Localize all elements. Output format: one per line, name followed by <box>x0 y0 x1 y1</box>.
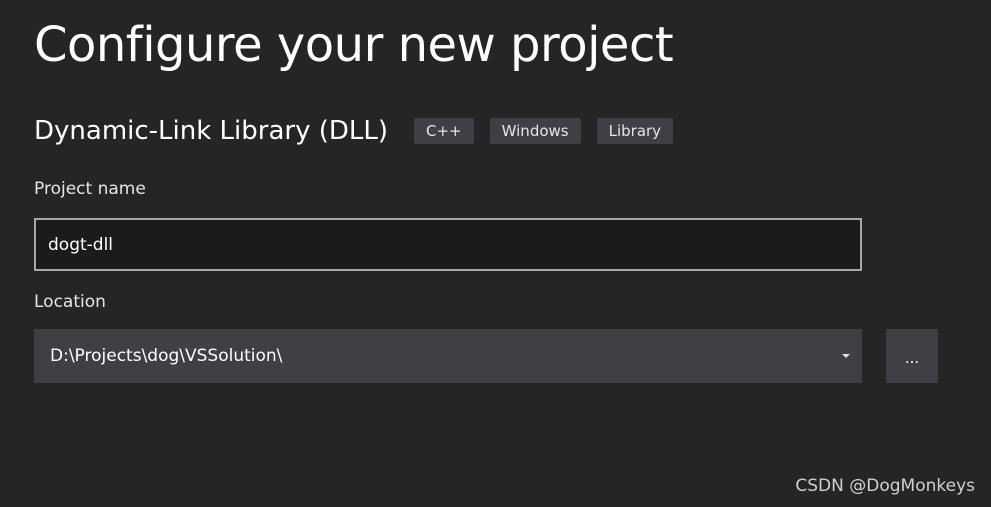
tag-project-type: Library <box>596 118 674 144</box>
page-title: Configure your new project <box>34 17 674 73</box>
chevron-down-icon[interactable] <box>842 354 850 358</box>
location-dropdown[interactable]: D:\Projects\dog\VSSolution\ <box>34 329 862 383</box>
location-value: D:\Projects\dog\VSSolution\ <box>50 346 283 366</box>
watermark: CSDN @DogMonkeys <box>795 476 975 496</box>
template-name: Dynamic-Link Library (DLL) <box>34 116 389 146</box>
browse-location-button[interactable]: ... <box>886 329 938 383</box>
template-info: Dynamic-Link Library (DLL) C++ Windows L… <box>34 112 689 150</box>
location-label: Location <box>34 292 106 312</box>
project-name-label: Project name <box>34 179 146 199</box>
tag-platform: Windows <box>489 118 581 144</box>
project-name-input[interactable] <box>34 218 862 271</box>
tag-language: C++ <box>414 118 474 144</box>
